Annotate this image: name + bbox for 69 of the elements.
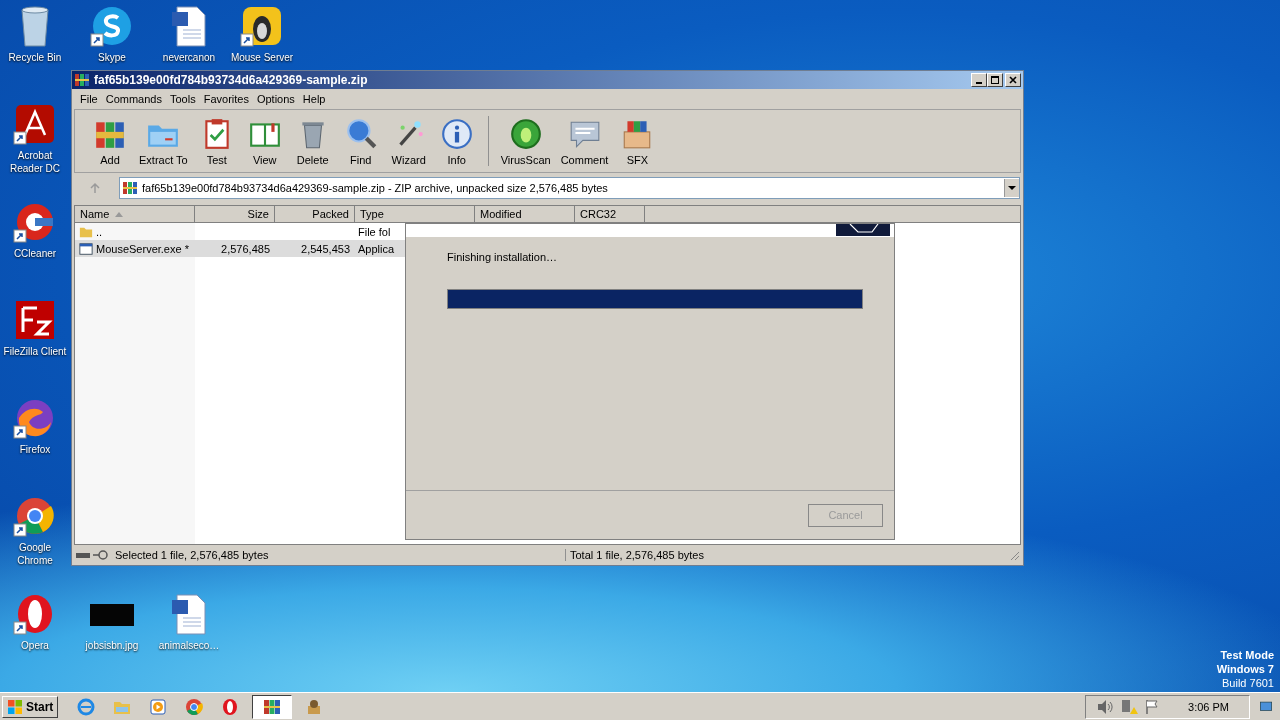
desktop-icon-label[interactable]: nevercanon (162, 51, 216, 64)
close-icon (1008, 75, 1018, 85)
caret-icon (1008, 184, 1016, 192)
toolbar-button[interactable]: Extract To (135, 116, 192, 166)
os-version-text: Build 7601 (1222, 676, 1274, 690)
toolbar-button[interactable]: Add (87, 116, 133, 166)
close-button[interactable] (1005, 73, 1021, 87)
skype-app-icon[interactable] (90, 4, 134, 48)
toolbar-button[interactable]: Comment (556, 116, 613, 166)
up-arrow-icon (89, 182, 101, 194)
menu-item[interactable]: Help (298, 93, 330, 105)
window-title: faf65b139e00fd784b93734d6a429369-sample.zip (94, 73, 369, 87)
archive-app-icon (74, 72, 90, 88)
toolbar-button[interactable]: Info (433, 116, 480, 166)
os-version-text: Windows 7 (1216, 662, 1274, 676)
status-text: Total 1 file, 2,576,485 bytes (570, 549, 705, 561)
winrar-taskbar-button[interactable] (252, 694, 293, 719)
toolbar-button[interactable]: Delete (289, 116, 336, 166)
start-button[interactable]: Start (2, 695, 59, 718)
speaker-icon[interactable] (1096, 698, 1115, 715)
toolbar-button[interactable]: Test (193, 116, 240, 166)
drive-key-icon[interactable] (75, 549, 111, 561)
desktop-icon-label[interactable]: Skype (98, 51, 126, 64)
minimize-icon (976, 82, 982, 84)
status-text: Selected 1 file, 2,576,485 bytes (115, 549, 566, 561)
application-icon (79, 241, 93, 256)
menu-item[interactable]: Commands (101, 93, 166, 105)
ie-icon (77, 697, 96, 716)
file-row[interactable]: .. File fol (75, 223, 405, 240)
minimize-button[interactable] (971, 73, 987, 87)
archive-icon (122, 180, 138, 196)
clock[interactable]: 3:06 PM (1188, 700, 1229, 713)
network-warning-icon[interactable] (1120, 698, 1139, 715)
desktop-icon-label[interactable]: CCleaner (13, 247, 57, 260)
status-message: Finishing installation… (447, 251, 559, 263)
file-row[interactable]: MouseServer.exe * 2,576,485 2,545,453 Applica (75, 240, 405, 257)
maximize-button[interactable] (987, 73, 1003, 87)
chrome-icon (185, 697, 204, 716)
resize-grip-icon[interactable] (1008, 549, 1020, 561)
address-field[interactable]: faf65b139e00fd784b93734d6a429369-sample.zip - ZIP archive, unpacked size 2,576,485 bytes (119, 177, 1020, 199)
toolbar-button[interactable]: SFX (614, 116, 661, 166)
toolbar-button[interactable]: Find (337, 116, 384, 166)
opera-icon (221, 697, 240, 716)
toolbar-button[interactable]: Wizard (385, 116, 432, 166)
menu-item[interactable]: Options (252, 93, 299, 105)
toolbar-button[interactable]: VirusScan (496, 116, 555, 166)
desktop-icon-label[interactable]: Firefox (19, 443, 51, 456)
dropdown-button[interactable] (1004, 179, 1019, 197)
filezilla-app-icon[interactable] (13, 298, 57, 342)
windows-logo-icon (7, 698, 23, 715)
desktop-icon-label[interactable]: Acrobat Reader DC (1, 149, 69, 175)
menu-item[interactable]: Favorites (199, 93, 253, 105)
mouse-app-icon[interactable] (240, 4, 284, 48)
winrar-icon (263, 697, 282, 716)
desktop-icon-label[interactable]: FileZilla Client (3, 345, 67, 358)
media-icon (149, 697, 168, 716)
menu-item[interactable]: File (76, 93, 102, 105)
os-version-text: Test Mode (1220, 648, 1274, 662)
acrobat-app-icon[interactable] (13, 102, 57, 146)
column-header[interactable]: Size (195, 206, 275, 223)
desktop-icon-label[interactable]: Google Chrome (1, 541, 69, 567)
maximize-icon (990, 75, 1000, 85)
desktop-icon-label[interactable]: Mouse Server (230, 51, 294, 64)
monitor-icon (1260, 699, 1272, 714)
column-header[interactable]: Packed (275, 206, 355, 223)
menu-item[interactable]: Tools (166, 93, 200, 105)
toolbar-button[interactable]: View (241, 116, 288, 166)
info-icon (439, 116, 474, 151)
desktop-icon-label[interactable]: Recycle Bin (8, 51, 62, 64)
